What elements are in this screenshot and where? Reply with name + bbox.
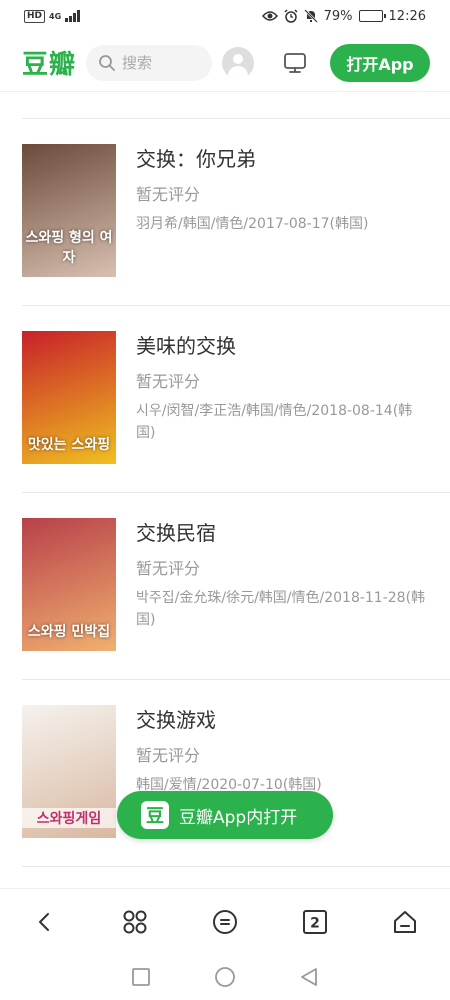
eye-icon	[261, 11, 278, 21]
menu-icon	[213, 909, 237, 934]
douban-logo[interactable]: 豆瓣	[22, 44, 82, 81]
movie-list: 스와핑 형의 여자 交换：你兄弟 暂无评分 羽月希/韩国/情色/2017-08-…	[22, 118, 450, 867]
item-rating: 暂无评分	[136, 559, 201, 578]
poster-image[interactable]: 스와핑 형의 여자	[22, 144, 116, 277]
item-meta: 羽月希/韩国/情色/2017-08-17(韩国)	[136, 216, 369, 232]
network-type: 4G	[49, 11, 62, 21]
battery-icon	[358, 10, 386, 22]
apps-button[interactable]	[115, 902, 155, 942]
list-item[interactable]: 스와핑 형의 여자 交换：你兄弟 暂无评分 羽月希/韩国/情色/2017-08-…	[22, 119, 450, 306]
clock: 12:26	[388, 8, 426, 24]
item-rating: 暂无评分	[136, 372, 201, 391]
poster-image[interactable]: 맛있는 스와핑	[22, 331, 116, 464]
home-circle-icon[interactable]	[214, 966, 236, 988]
back-button[interactable]	[25, 902, 65, 942]
status-bar: HD 4G 79% 12:26	[0, 0, 450, 32]
poster-text: 스와핑게임	[22, 808, 116, 828]
hd-indicator: HD	[24, 9, 46, 23]
item-title[interactable]: 交换：你兄弟	[136, 145, 428, 173]
item-meta: 시우/闵智/李正浩/韩国/情色/2018-08-14(韩国)	[136, 403, 413, 441]
chevron-left-icon	[39, 912, 49, 931]
open-in-app-float-button[interactable]: 豆 豆瓣App内打开	[117, 791, 333, 839]
home-button[interactable]	[385, 902, 425, 942]
avatar[interactable]	[222, 46, 254, 79]
item-rating: 暂无评分	[136, 746, 201, 765]
tv-icon	[284, 52, 306, 73]
douban-app-icon: 豆	[141, 801, 169, 829]
browser-toolbar: 2	[0, 888, 450, 954]
item-title[interactable]: 交换游戏	[136, 706, 428, 734]
tv-button[interactable]	[282, 50, 308, 76]
float-button-label: 豆瓣App内打开	[179, 807, 298, 828]
item-meta: 박주집/金允珠/徐元/韩国/情色/2018-11-28(韩国)	[136, 590, 426, 628]
item-info: 交换：你兄弟 暂无评分 羽月希/韩国/情色/2017-08-17(韩国)	[136, 144, 428, 235]
tabs-count: 2	[310, 915, 320, 931]
poster-image[interactable]: 스와핑 민박집	[22, 518, 116, 651]
item-title[interactable]: 交换民宿	[136, 519, 428, 547]
item-rating: 暂无评分	[136, 185, 201, 204]
poster-text: 스와핑 형의 여자	[25, 230, 113, 266]
back-triangle-icon[interactable]	[299, 967, 319, 987]
poster-image[interactable]: 스와핑게임	[22, 705, 116, 838]
menu-button[interactable]	[205, 902, 245, 942]
item-info: 交换游戏 暂无评分 韩国/爱情/2020-07-10(韩国)	[136, 705, 428, 796]
list-item[interactable]: 스와핑 민박집 交换民宿 暂无评分 박주집/金允珠/徐元/韩国/情色/2018-…	[22, 493, 450, 680]
tabs-button[interactable]: 2	[295, 902, 335, 942]
signal-icon	[65, 10, 81, 22]
apps-icon	[123, 910, 147, 933]
open-app-button[interactable]: 打开App	[330, 43, 430, 82]
search-placeholder: 搜索	[122, 54, 153, 72]
mute-icon	[303, 9, 318, 23]
status-right: 79% 12:26	[261, 8, 426, 24]
recents-icon[interactable]	[131, 967, 151, 987]
search-input[interactable]: 搜索	[86, 44, 212, 81]
list-item[interactable]: 맛있는 스와핑 美味的交换 暂无评分 시우/闵智/李正浩/韩国/情色/2018-…	[22, 306, 450, 493]
tabs-icon: 2	[303, 909, 327, 934]
poster-text: 스와핑 민박집	[27, 624, 111, 640]
system-nav-bar	[0, 954, 450, 1000]
item-info: 美味的交换 暂无评分 시우/闵智/李正浩/韩国/情色/2018-08-14(韩国…	[136, 331, 428, 444]
poster-text: 맛있는 스와핑	[27, 437, 111, 453]
status-left: HD 4G	[24, 9, 81, 23]
top-header: 豆瓣 搜索 打开App	[0, 34, 450, 92]
search-icon	[99, 54, 115, 71]
battery-percent: 79%	[323, 8, 353, 24]
home-icon	[394, 910, 416, 933]
item-title[interactable]: 美味的交换	[136, 332, 428, 360]
alarm-icon	[284, 9, 298, 23]
item-info: 交换民宿 暂无评分 박주집/金允珠/徐元/韩国/情色/2018-11-28(韩国…	[136, 518, 428, 631]
